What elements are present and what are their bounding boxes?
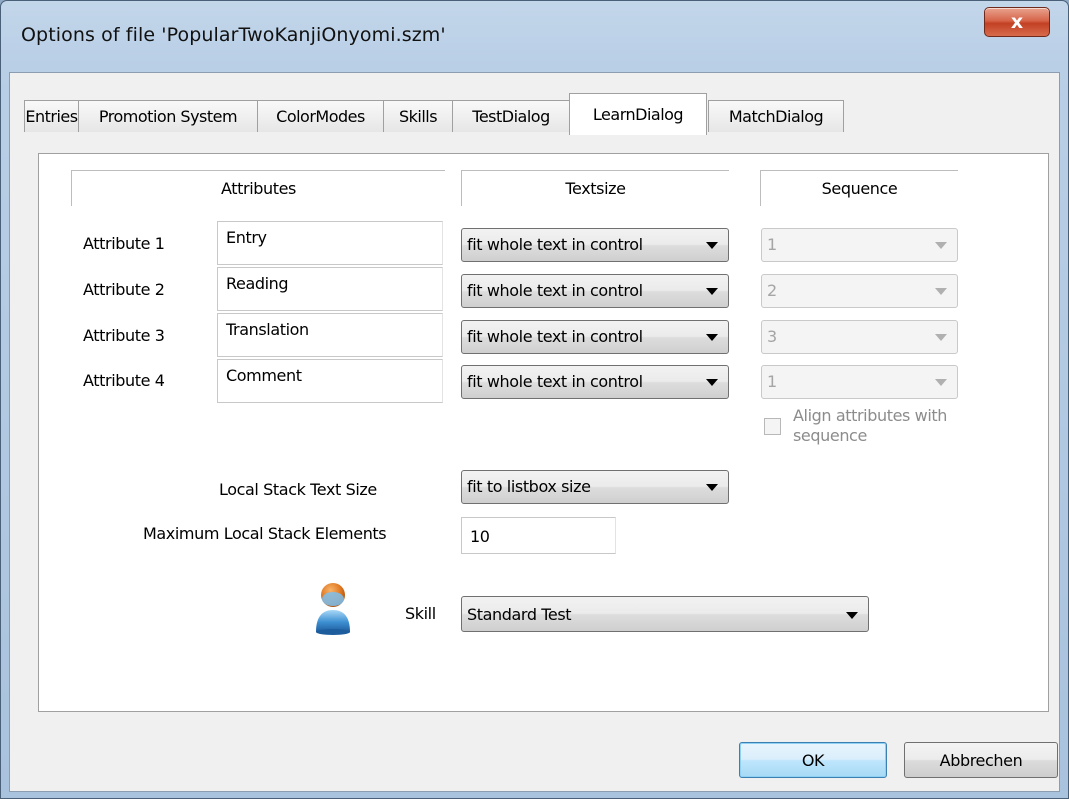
skill-select[interactable]: Standard Test <box>461 596 869 632</box>
align-attributes-label: Align attributes with sequence <box>793 406 947 446</box>
tab-learndialog[interactable]: LearnDialog <box>569 93 707 135</box>
attribute-2-sequence-select[interactable]: 2 <box>761 274 958 308</box>
tab-skills[interactable]: Skills <box>383 100 453 132</box>
chevron-down-icon <box>935 288 947 295</box>
max-local-stack-elements-input[interactable]: 10 <box>461 517 616 554</box>
attribute-2-textsize-value: fit whole text in control <box>467 281 643 300</box>
chevron-down-icon <box>706 379 718 386</box>
attribute-1-label: Attribute 1 <box>83 234 165 253</box>
skill-label: Skill <box>405 604 436 623</box>
tab-colormodes[interactable]: ColorModes <box>257 100 384 132</box>
learndialog-panel: Attributes Textsize Sequence Attribute 1… <box>38 153 1049 712</box>
attribute-3-textsize-value: fit whole text in control <box>467 327 643 346</box>
attribute-4-sequence-value: 1 <box>767 372 777 391</box>
attribute-3-label: Attribute 3 <box>83 326 165 345</box>
window-title: Options of file 'PopularTwoKanjiOnyomi.s… <box>21 24 446 46</box>
chevron-down-icon <box>935 379 947 386</box>
attribute-3-textsize-select[interactable]: fit whole text in control <box>461 320 729 354</box>
max-local-stack-elements-label: Maximum Local Stack Elements <box>143 524 387 543</box>
chevron-down-icon <box>935 242 947 249</box>
tab-promotion-system[interactable]: Promotion System <box>78 100 258 132</box>
local-stack-text-size-value: fit to listbox size <box>467 477 591 496</box>
ok-button[interactable]: OK <box>739 742 887 778</box>
cancel-button[interactable]: Abbrechen <box>904 742 1058 778</box>
chevron-down-icon <box>706 484 718 491</box>
chevron-down-icon <box>846 612 858 619</box>
chevron-down-icon <box>935 334 947 341</box>
local-stack-text-size-label: Local Stack Text Size <box>219 480 377 499</box>
attribute-1-sequence-select[interactable]: 1 <box>761 228 958 262</box>
tab-entries[interactable]: Entries <box>24 100 79 132</box>
skill-value: Standard Test <box>467 605 572 624</box>
align-attributes-label-line1: Align attributes with <box>793 406 947 425</box>
dialog-client-area: Entries Promotion System ColorModes Skil… <box>9 72 1060 792</box>
chevron-down-icon <box>706 242 718 249</box>
attribute-3-field[interactable]: Translation <box>217 313 443 357</box>
header-sequence: Sequence <box>760 170 958 206</box>
header-attributes: Attributes <box>71 170 445 206</box>
local-stack-text-size-select[interactable]: fit to listbox size <box>461 470 729 504</box>
attribute-4-textsize-select[interactable]: fit whole text in control <box>461 365 729 399</box>
chevron-down-icon <box>706 288 718 295</box>
close-button[interactable]: x <box>984 7 1050 37</box>
user-icon <box>316 583 350 635</box>
attribute-4-sequence-select[interactable]: 1 <box>761 365 958 399</box>
attribute-3-sequence-select[interactable]: 3 <box>761 320 958 354</box>
attribute-1-textsize-value: fit whole text in control <box>467 235 643 254</box>
attribute-1-sequence-value: 1 <box>767 235 777 254</box>
attribute-3-sequence-value: 3 <box>767 327 777 346</box>
align-attributes-label-line2: sequence <box>793 426 867 445</box>
chevron-down-icon <box>706 334 718 341</box>
attribute-2-label: Attribute 2 <box>83 280 165 299</box>
align-attributes-checkbox[interactable] <box>764 418 781 435</box>
tab-testdialog[interactable]: TestDialog <box>452 100 570 132</box>
header-textsize: Textsize <box>461 170 729 206</box>
attribute-1-field[interactable]: Entry <box>217 221 443 265</box>
close-icon: x <box>1010 11 1024 33</box>
attribute-2-field[interactable]: Reading <box>217 267 443 311</box>
attribute-4-label: Attribute 4 <box>83 371 165 390</box>
dialog-window: Options of file 'PopularTwoKanjiOnyomi.s… <box>0 0 1069 799</box>
attribute-4-field[interactable]: Comment <box>217 359 443 403</box>
attribute-2-sequence-value: 2 <box>767 281 777 300</box>
attribute-4-textsize-value: fit whole text in control <box>467 372 643 391</box>
attribute-2-textsize-select[interactable]: fit whole text in control <box>461 274 729 308</box>
tab-matchdialog[interactable]: MatchDialog <box>708 100 844 132</box>
attribute-1-textsize-select[interactable]: fit whole text in control <box>461 228 729 262</box>
